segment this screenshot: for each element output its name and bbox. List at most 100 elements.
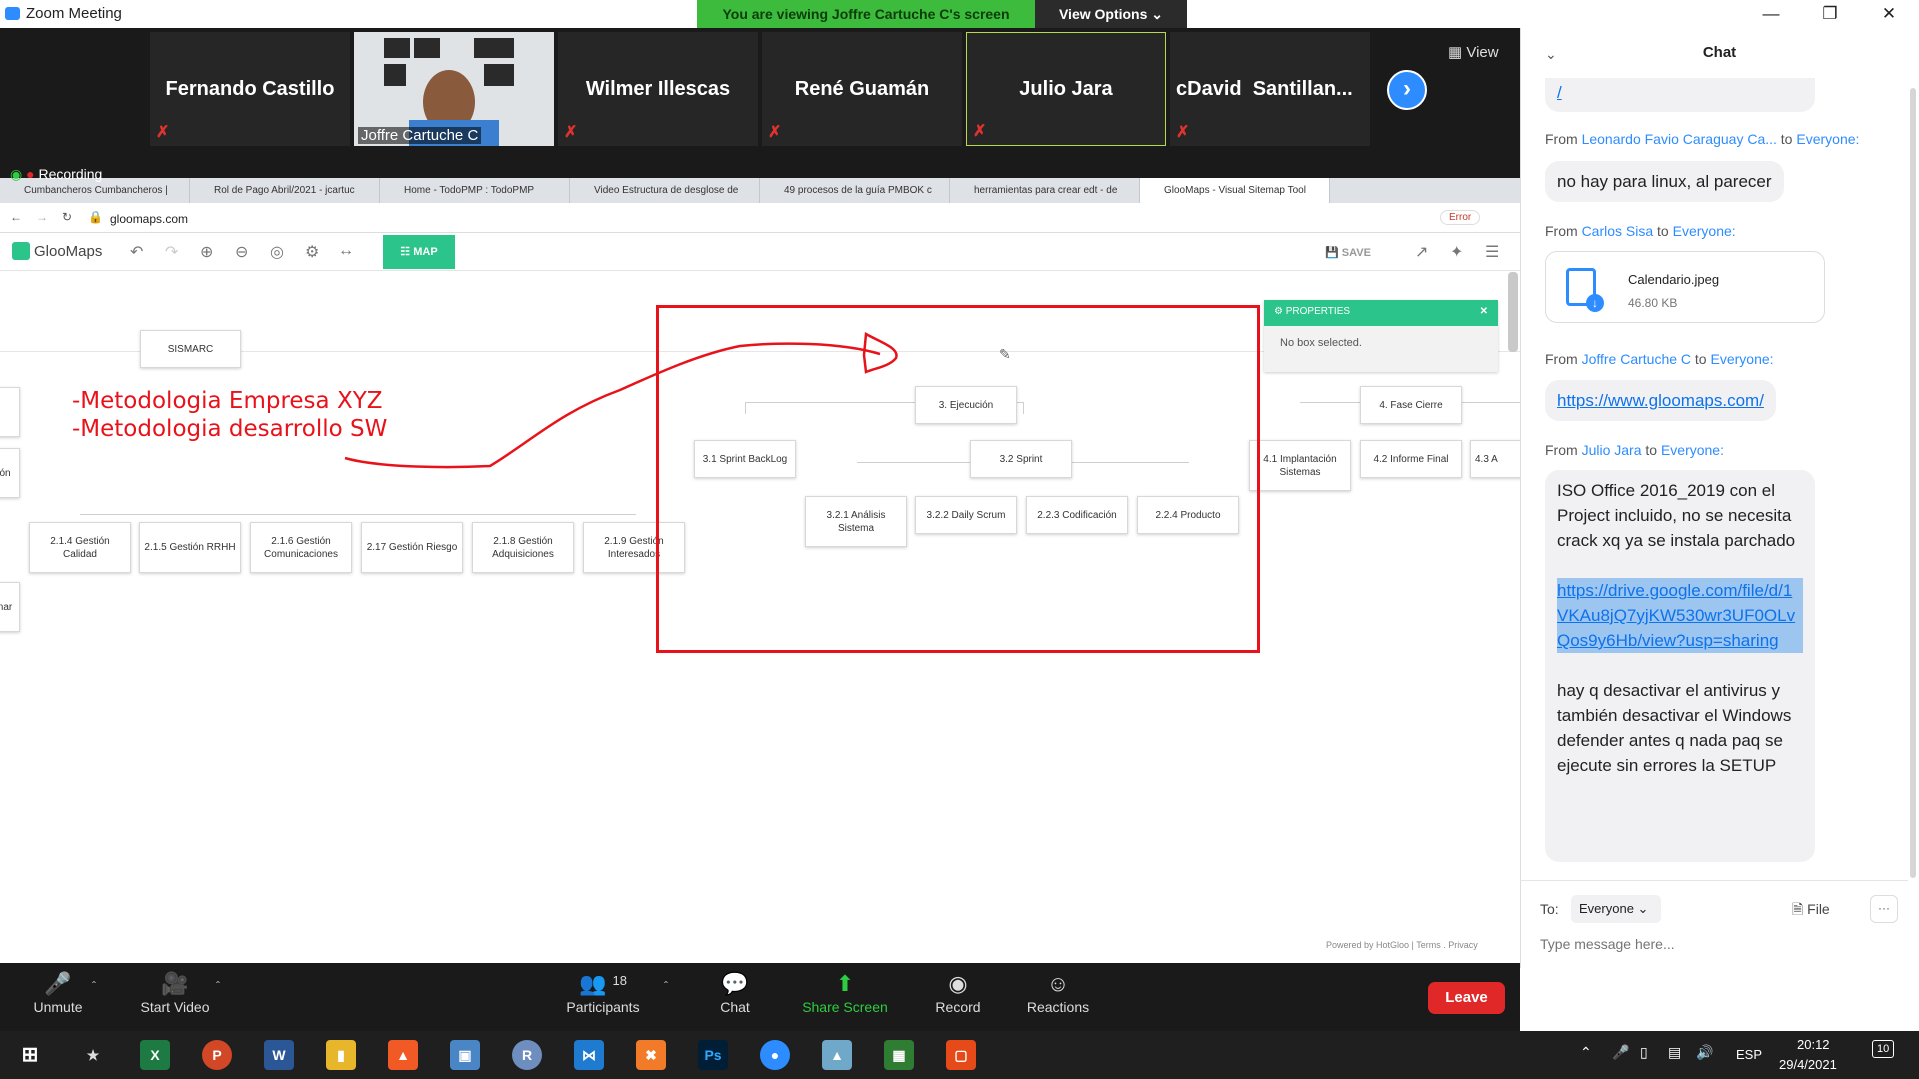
browser-tab[interactable]: Video Estructura de desglose de: [570, 178, 760, 203]
unmute-label: Unmute: [33, 999, 83, 1015]
record-button[interactable]: ◉ Record: [925, 971, 991, 1015]
redo-icon[interactable]: ↷: [165, 242, 178, 262]
recipient-name[interactable]: Everyone:: [1711, 351, 1774, 367]
file-button[interactable]: 🗎 File: [1792, 899, 1830, 923]
reload-icon[interactable]: ↻: [62, 210, 72, 224]
settings-icon[interactable]: ⚙: [305, 242, 319, 262]
map-button[interactable]: ☷ MAP: [383, 235, 455, 269]
word-icon[interactable]: W: [264, 1040, 294, 1070]
save-button[interactable]: 💾 SAVE: [1325, 246, 1371, 259]
unmute-button[interactable]: 🎤 Unmute: [20, 971, 96, 1015]
browser-tab[interactable]: herramientas para crear edt - de: [950, 178, 1140, 203]
close-icon[interactable]: ✕: [1866, 0, 1912, 28]
caret-up-icon[interactable]: ˆ: [216, 979, 220, 993]
xampp-icon[interactable]: ✖: [636, 1040, 666, 1070]
volume-icon[interactable]: 🔊: [1696, 1044, 1713, 1061]
contacts-icon[interactable]: ▣: [450, 1040, 480, 1070]
network-icon[interactable]: ▤: [1668, 1044, 1681, 1061]
back-icon[interactable]: ←: [10, 210, 22, 224]
app-icon[interactable]: ★: [78, 1040, 108, 1070]
chat-message-input[interactable]: [1540, 932, 1900, 956]
participants-button[interactable]: 👥 18 Participants: [560, 971, 646, 1015]
share-screen-button[interactable]: ⬆ Share Screen: [795, 971, 895, 1015]
recipient-name[interactable]: Everyone:: [1673, 223, 1736, 239]
sender-name[interactable]: Joffre Cartuche C: [1582, 351, 1691, 367]
file-attachment[interactable]: ↓ Calendario.jpeg 46.80 KB: [1545, 251, 1825, 323]
caret-up-icon[interactable]: ˆ: [92, 979, 96, 993]
participant-tile[interactable]: René Guamán ✗: [762, 32, 962, 146]
canvas-scrollbar[interactable]: [1508, 272, 1518, 352]
photoshop-icon[interactable]: Ps: [698, 1040, 728, 1070]
participant-tile-active[interactable]: Julio Jara ✗: [966, 32, 1166, 146]
vscode-icon[interactable]: ⋈: [574, 1040, 604, 1070]
project-icon[interactable]: ▦: [884, 1040, 914, 1070]
recipient-name[interactable]: Everyone:: [1661, 442, 1724, 458]
zoom-taskbar-icon[interactable]: ●: [760, 1040, 790, 1070]
caret-up-icon[interactable]: ˆ: [664, 979, 668, 993]
excel-icon[interactable]: X: [140, 1040, 170, 1070]
glass-app-icon[interactable]: ▲: [822, 1040, 852, 1070]
participant-tile[interactable]: cDavid Santillan... ✗: [1170, 32, 1370, 146]
url-text[interactable]: gloomaps.com: [110, 212, 188, 226]
participant-tile-video[interactable]: Joffre Cartuche C: [354, 32, 554, 146]
recipient-name[interactable]: Everyone:: [1796, 131, 1859, 147]
next-page-button[interactable]: ›: [1387, 70, 1427, 110]
tab-title: 49 procesos de la guía PMBOK c: [784, 185, 932, 196]
brave-icon[interactable]: ▲: [388, 1040, 418, 1070]
powerpoint-icon[interactable]: P: [202, 1040, 232, 1070]
file-explorer-icon[interactable]: ▮: [326, 1040, 356, 1070]
logo-icon: [12, 242, 30, 260]
participant-tile[interactable]: Fernando Castillo ✗: [150, 32, 350, 146]
chat-label: Chat: [720, 999, 750, 1015]
minimize-icon[interactable]: —: [1748, 0, 1794, 28]
recipient-select[interactable]: Everyone ⌄: [1571, 895, 1661, 923]
restore-icon[interactable]: ❐: [1807, 0, 1853, 28]
chat-link[interactable]: https://drive.google.com/file/d/1VKAu8jQ…: [1557, 578, 1803, 653]
leave-button[interactable]: Leave: [1428, 982, 1505, 1014]
target-icon[interactable]: ◎: [270, 242, 284, 262]
view-options-button[interactable]: View Options ⌄: [1035, 0, 1187, 28]
chat-scrollbar[interactable]: [1910, 88, 1916, 878]
address-bar: ← → ↻ 🔒 gloomaps.com Error: [0, 203, 1520, 233]
download-icon[interactable]: ↓: [1586, 294, 1604, 312]
menu-icon[interactable]: ☰: [1485, 242, 1499, 262]
sender-name[interactable]: Leonardo Favio Caraguay Ca...: [1582, 131, 1777, 147]
office-icon[interactable]: ▢: [946, 1040, 976, 1070]
language-indicator[interactable]: ESP: [1736, 1047, 1762, 1062]
chat-button[interactable]: 💬 Chat: [705, 971, 765, 1015]
chat-link[interactable]: /: [1557, 83, 1562, 102]
to-label: to: [1645, 442, 1658, 458]
browser-tab[interactable]: Rol de Pago Abril/2021 - jcartuc: [190, 178, 380, 203]
participant-name: cDavid Santillan...: [1176, 77, 1353, 100]
browser-tab[interactable]: Home - TodoPMP : TodoPMP: [380, 178, 570, 203]
twitter-icon[interactable]: ✦: [1450, 242, 1463, 262]
clock-date[interactable]: 29/4/2021: [1779, 1057, 1837, 1072]
battery-icon[interactable]: ▯: [1640, 1044, 1648, 1061]
forward-icon[interactable]: →: [36, 210, 48, 224]
profile-error-badge[interactable]: Error: [1440, 210, 1481, 225]
file-size: 46.80 KB: [1628, 296, 1678, 310]
tray-caret-icon[interactable]: ⌃: [1580, 1044, 1592, 1061]
mic-tray-icon: 🎤: [1612, 1044, 1630, 1060]
start-video-button[interactable]: 🎥 Start Video: [130, 971, 220, 1015]
participant-tile[interactable]: Wilmer Illescas ✗: [558, 32, 758, 146]
notifications-badge[interactable]: 10: [1872, 1040, 1895, 1058]
more-button[interactable]: ···: [1870, 895, 1898, 923]
close-icon[interactable]: ✕: [1480, 306, 1488, 317]
zoom-out-icon[interactable]: ⊖: [235, 242, 248, 262]
share-icon[interactable]: ↗: [1415, 242, 1428, 262]
to-label: to: [1657, 223, 1669, 239]
reactions-button[interactable]: ☺ Reactions: [1018, 971, 1098, 1015]
undo-icon[interactable]: ↶: [130, 242, 143, 262]
zoom-in-icon[interactable]: ⊕: [200, 242, 213, 262]
chat-link[interactable]: https://www.gloomaps.com/: [1557, 391, 1764, 410]
browser-tab-active[interactable]: GlooMaps - Visual Sitemap Tool: [1140, 178, 1330, 203]
sender-name[interactable]: Carlos Sisa: [1582, 223, 1654, 239]
windows-start-icon[interactable]: ⊞: [15, 1040, 45, 1070]
expand-width-icon[interactable]: ↔: [338, 242, 354, 260]
view-button[interactable]: ▦ View: [1448, 43, 1499, 61]
r-icon[interactable]: R: [512, 1040, 542, 1070]
sender-name[interactable]: Julio Jara: [1582, 442, 1642, 458]
clock-time[interactable]: 20:12: [1797, 1037, 1830, 1052]
browser-tab[interactable]: 49 procesos de la guía PMBOK c: [760, 178, 950, 203]
